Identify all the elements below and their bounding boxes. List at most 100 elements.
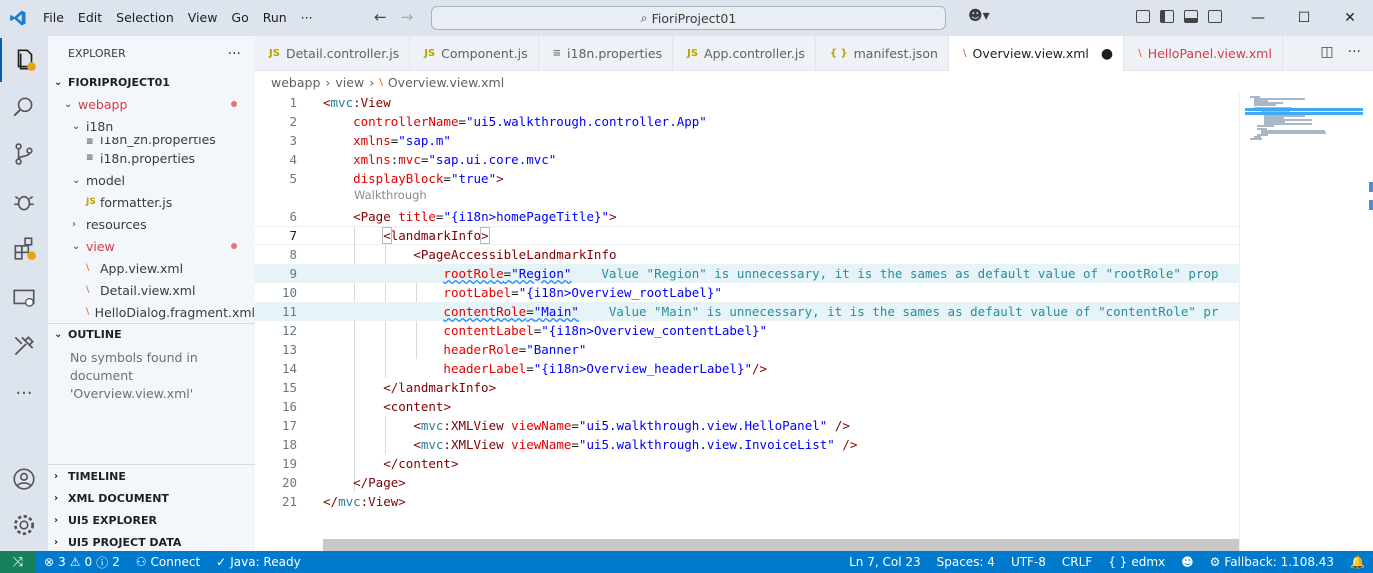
toggle-panel-icon[interactable] <box>1184 10 1198 23</box>
breadcrumb-folder[interactable]: view <box>335 75 364 90</box>
code-editor[interactable]: Walkthrough 1 <mvc:View 2 controllerName="… <box>255 93 1239 538</box>
code-line[interactable]: 16 <content> <box>255 397 1239 416</box>
code-line[interactable]: 20 </Page> <box>255 473 1239 492</box>
code-line[interactable]: 5 displayBlock="true"> <box>255 169 1239 188</box>
java-status[interactable]: ✓ Java: Ready <box>208 555 309 569</box>
minimize-icon[interactable]: — <box>1235 0 1281 36</box>
horizontal-scrollbar[interactable] <box>323 539 1239 551</box>
end-of-line[interactable]: CRLF <box>1054 555 1100 569</box>
menu-selection[interactable]: Selection <box>109 0 181 36</box>
code-line[interactable]: 4 xmlns:mvc="sap.ui.core.mvc" <box>255 150 1239 169</box>
back-arrow-icon[interactable]: ← <box>374 8 387 26</box>
remote-indicator-icon[interactable]: ⤨ <box>0 551 36 573</box>
run-debug-icon[interactable] <box>0 179 48 223</box>
sap-tools-icon[interactable] <box>0 324 48 368</box>
copilot-icon[interactable]: ☻▾ <box>968 8 990 24</box>
code-line[interactable]: 6 <Page title="{i18n>homePageTitle}"> <box>255 207 1239 226</box>
code-line[interactable]: 1 <mvc:View <box>255 93 1239 112</box>
tree-file[interactable]: ≡ i18n_zh.properties <box>48 137 255 147</box>
ui5-fallback[interactable]: ⚙ Fallback: 1.108.43 <box>1202 555 1342 569</box>
close-icon[interactable]: ✕ <box>1327 0 1373 36</box>
sidebar-section-header[interactable]: › XML DOCUMENT <box>48 487 255 509</box>
code-line[interactable]: 2 controllerName="ui5.walkthrough.contro… <box>255 112 1239 131</box>
remote-explorer-icon[interactable] <box>0 276 48 320</box>
tree-file[interactable]: JS formatter.js <box>48 191 255 213</box>
settings-gear-icon[interactable] <box>0 503 48 547</box>
code-line[interactable]: 7 <landmarkInfo> <box>255 226 1239 245</box>
encoding[interactable]: UTF-8 <box>1003 555 1054 569</box>
tree-folder[interactable]: › resources <box>48 213 255 235</box>
problems-indicator[interactable]: ⊗ 3 ⚠ 0 ⓘ 2 <box>36 554 128 571</box>
sidebar-section-header[interactable]: › UI5 EXPLORER <box>48 509 255 531</box>
code-line[interactable]: 21 </mvc:View> <box>255 492 1239 511</box>
code-line[interactable]: 12 contentLabel="{i18n>Overview_contentL… <box>255 321 1239 340</box>
code-line[interactable]: 13 headerRole="Banner" <box>255 340 1239 359</box>
more-views-icon[interactable]: ··· <box>0 371 48 415</box>
extensions-icon[interactable] <box>0 226 48 270</box>
forward-arrow-icon[interactable]: → <box>401 8 414 26</box>
command-center[interactable]: ⌕ FioriProject01 <box>431 6 946 30</box>
codelens-label[interactable]: Walkthrough <box>354 188 427 202</box>
project-folder-header[interactable]: ⌄ FIORIPROJECT01 <box>48 71 255 93</box>
code-line[interactable]: 18 <mvc:XMLView viewName="ui5.walkthroug… <box>255 435 1239 454</box>
code-line[interactable]: 19 </content> <box>255 454 1239 473</box>
customize-layout-icon[interactable] <box>1136 10 1150 23</box>
breadcrumb-file[interactable]: Overview.view.xml <box>388 75 504 90</box>
code-line[interactable]: 15 </landmarkInfo> <box>255 378 1239 397</box>
cursor-position[interactable]: Ln 7, Col 23 <box>841 555 929 569</box>
editor-tab[interactable]: \ HelloPanel.view.xml <box>1124 36 1283 71</box>
json-file-icon: { } <box>829 48 848 59</box>
editor-tab[interactable]: { } manifest.json <box>816 36 949 71</box>
props-file-icon: ≡ <box>86 153 94 163</box>
minimap[interactable] <box>1239 93 1373 551</box>
tree-folder[interactable]: ⌄ i18n <box>48 115 255 137</box>
tree-file[interactable]: \ Detail.view.xml <box>48 279 255 301</box>
tree-file[interactable]: \ App.view.xml <box>48 257 255 279</box>
sidebar-section-header[interactable]: › UI5 PROJECT DATA <box>48 531 255 551</box>
language-mode[interactable]: { } edmx <box>1100 555 1173 569</box>
connect-item[interactable]: ⚇ Connect <box>128 555 208 569</box>
copilot-status-icon[interactable]: ☻ <box>1173 555 1202 569</box>
split-editor-icon[interactable]: ◫ <box>1320 44 1333 60</box>
menu-file[interactable]: File <box>36 0 71 36</box>
outline-header[interactable]: ⌄ OUTLINE <box>48 323 255 345</box>
notifications-bell-icon[interactable]: 🔔 <box>1342 555 1373 569</box>
editor-tab[interactable]: JS Detail.controller.js <box>255 36 411 71</box>
source-control-icon[interactable] <box>0 132 48 176</box>
editor-tab[interactable]: JS Component.js <box>410 36 539 71</box>
accounts-icon[interactable] <box>0 457 48 501</box>
breadcrumb-folder[interactable]: webapp <box>271 75 320 90</box>
tree-folder[interactable]: ⌄ view <box>48 235 255 257</box>
more-actions-icon[interactable]: ··· <box>1348 44 1361 60</box>
menu-run[interactable]: Run <box>256 0 294 36</box>
editor-tab[interactable]: \ Overview.view.xml ● <box>948 36 1125 71</box>
code-text: rootLabel="{i18n>Overview_rootLabel}" <box>443 285 722 300</box>
code-line[interactable]: 8 <PageAccessibleLandmarkInfo <box>255 245 1239 264</box>
tree-folder[interactable]: ⌄ webapp <box>48 93 255 115</box>
tree-file[interactable]: \ HelloDialog.fragment.xml <box>48 301 255 323</box>
menu-edit[interactable]: Edit <box>71 0 109 36</box>
code-line[interactable]: 17 <mvc:XMLView viewName="ui5.walkthroug… <box>255 416 1239 435</box>
explorer-icon[interactable] <box>0 38 48 82</box>
explorer-more-button[interactable]: ··· <box>228 46 241 62</box>
maximize-icon[interactable]: ☐ <box>1281 0 1327 36</box>
tree-folder[interactable]: ⌄ model <box>48 169 255 191</box>
code-line[interactable]: 9 rootRole="Region" Value "Region" is unn… <box>255 264 1239 283</box>
menu-more[interactable]: ··· <box>294 0 320 36</box>
code-line[interactable]: 3 xmlns="sap.m" <box>255 131 1239 150</box>
line-number: 10 <box>281 285 297 300</box>
indentation[interactable]: Spaces: 4 <box>929 555 1003 569</box>
sidebar-section-header[interactable]: › TIMELINE <box>48 465 255 487</box>
menu-view[interactable]: View <box>181 0 225 36</box>
menu-go[interactable]: Go <box>224 0 255 36</box>
toggle-sidebar-icon[interactable] <box>1160 10 1174 23</box>
search-icon[interactable] <box>0 85 48 129</box>
code-line[interactable]: 11 contentRole="Main" Value "Main" is unn… <box>255 302 1239 321</box>
editor-tab[interactable]: ≡ i18n.properties <box>539 36 674 71</box>
toggle-secondary-sidebar-icon[interactable] <box>1208 10 1222 23</box>
tree-file[interactable]: ≡ i18n.properties <box>48 147 255 169</box>
code-line[interactable]: 14 headerLabel="{i18n>Overview_headerLab… <box>255 359 1239 378</box>
editor-tab[interactable]: JS App.controller.js <box>673 36 816 71</box>
unsaved-dot-icon[interactable]: ● <box>1101 46 1113 62</box>
code-line[interactable]: 10 rootLabel="{i18n>Overview_rootLabel}" <box>255 283 1239 302</box>
